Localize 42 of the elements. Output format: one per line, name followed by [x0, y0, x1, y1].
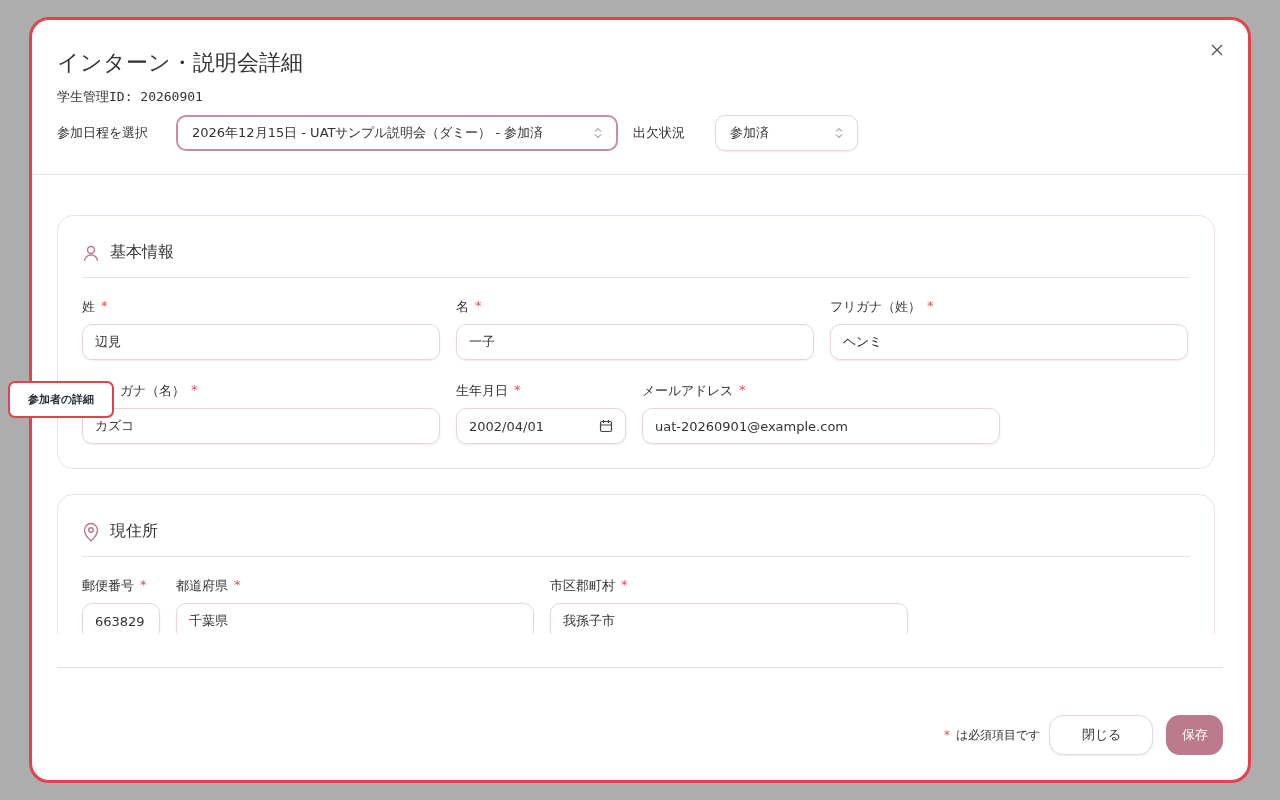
required-mark: * — [475, 298, 482, 315]
input-field[interactable]: 一子 — [456, 324, 814, 360]
field-label: 名 — [456, 298, 469, 316]
attendance-label: 出欠状況 — [633, 124, 685, 142]
field-label: 都道府県 — [176, 577, 228, 595]
required-mark: * — [101, 298, 108, 315]
close-icon — [1211, 44, 1223, 56]
chevron-icon — [835, 127, 843, 139]
required-mark: * — [191, 382, 198, 399]
required-note: は必須項目です — [956, 726, 1040, 744]
field-label: ガナ（名） — [120, 382, 185, 400]
input-field[interactable]: 2002/04/01 — [456, 408, 626, 444]
field-label: 生年月日 — [456, 382, 508, 400]
field-label: 姓 — [82, 298, 95, 316]
required-mark: * — [140, 577, 147, 594]
required-mark: * — [234, 577, 241, 594]
field-label: 市区郡町村 — [550, 577, 615, 595]
section-title: 基本情報 — [110, 242, 174, 263]
field-label: 郵便番号 — [82, 577, 134, 595]
schedule-select[interactable]: 2026年12月15日 - UATサンプル説明会（ダミー） - 参加済 — [176, 115, 618, 151]
calendar-icon — [599, 419, 613, 433]
input-field[interactable]: uat-20260901@example.com — [642, 408, 1000, 444]
attendance-select[interactable]: 参加済 — [715, 115, 858, 151]
person-icon — [82, 243, 100, 262]
required-mark: * — [944, 728, 950, 742]
section-title: 現住所 — [110, 521, 158, 542]
required-mark: * — [514, 382, 521, 399]
required-mark: * — [739, 382, 746, 399]
chevron-icon — [594, 127, 602, 139]
close-dialog-button[interactable]: 閉じる — [1049, 715, 1153, 755]
student-id: 学生管理ID: 20260901 — [57, 88, 204, 106]
field-label: メールアドレス — [642, 382, 733, 400]
input-field[interactable]: 辺見 — [82, 324, 440, 360]
input-field[interactable]: ヘンミ — [830, 324, 1188, 360]
required-mark: * — [621, 577, 628, 594]
dialog-title: インターン・説明会詳細 — [57, 49, 303, 77]
location-pin-icon — [82, 521, 100, 542]
field-label: フリガナ（姓） — [830, 298, 921, 316]
required-mark: * — [927, 298, 934, 315]
tooltip: 参加者の詳細 — [8, 381, 114, 418]
schedule-label: 参加日程を選択 — [57, 124, 148, 142]
close-button[interactable] — [1209, 42, 1225, 58]
